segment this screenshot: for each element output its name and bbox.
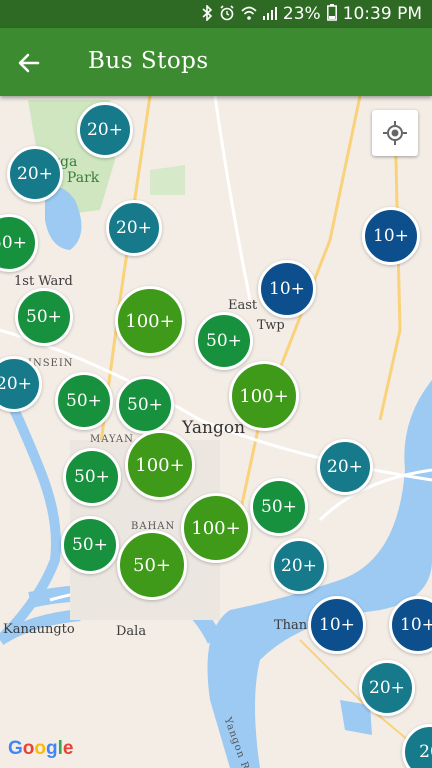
bus-stop-cluster[interactable]: 50+ <box>55 372 113 430</box>
bus-stop-cluster[interactable]: 20+ <box>7 146 63 202</box>
battery-percent: 23% <box>282 4 321 24</box>
map-label-dala: Dala <box>116 624 147 639</box>
bus-stop-cluster[interactable]: 50+ <box>116 376 174 434</box>
arrow-left-icon <box>18 53 40 73</box>
google-letter: g <box>46 738 58 759</box>
clock: 10:39 PM <box>342 4 422 24</box>
my-location-icon <box>383 121 407 145</box>
battery-icon <box>326 4 337 24</box>
map-label-east: East <box>228 298 258 313</box>
google-letter: o <box>22 738 35 759</box>
my-location-button[interactable] <box>372 110 418 156</box>
google-letter: G <box>8 738 23 759</box>
bus-stop-cluster[interactable]: 50+ <box>195 312 253 370</box>
bus-stop-cluster[interactable]: 100+ <box>229 361 299 431</box>
bus-stop-cluster[interactable]: 50+ <box>63 448 121 506</box>
wifi-icon <box>241 5 257 24</box>
bus-stop-cluster[interactable]: 20+ <box>271 538 327 594</box>
google-logo: Google <box>8 738 73 760</box>
map-label-1st-ward: 1st Ward <box>14 274 73 289</box>
bus-stop-cluster[interactable]: 50+ <box>117 530 187 600</box>
map-label-east-twp: Twp <box>257 318 285 333</box>
bus-stop-cluster[interactable]: 100+ <box>181 493 251 563</box>
bus-stop-cluster[interactable]: 50+ <box>250 478 308 536</box>
bus-stop-cluster[interactable]: 20+ <box>106 200 162 256</box>
bus-stop-cluster[interactable]: 10+ <box>362 207 420 265</box>
bus-stop-cluster[interactable]: 50+ <box>15 288 73 346</box>
bus-stop-cluster[interactable]: 20+ <box>317 439 373 495</box>
map-label-yangon: Yangon <box>182 418 246 438</box>
status-bar: 23% 10:39 PM <box>0 0 432 28</box>
back-button[interactable] <box>14 48 44 78</box>
bus-stop-cluster[interactable]: 20+ <box>359 660 415 716</box>
map-label-park-2: l Park <box>58 170 100 186</box>
map-view[interactable]: wga l Park 1st Ward East Twp INSEIN MAYA… <box>0 96 432 768</box>
map-label-mayan: MAYAN <box>90 434 134 445</box>
status-icons: 23% 10:39 PM <box>201 3 422 24</box>
map-label-than: Than <box>274 618 308 633</box>
page-title: Bus Stops <box>88 48 209 74</box>
google-letter: e <box>62 738 74 759</box>
bus-stop-cluster[interactable]: 20+ <box>77 102 133 158</box>
google-letter: o <box>34 738 46 759</box>
bus-stop-cluster[interactable]: 100+ <box>115 286 185 356</box>
bus-stop-cluster[interactable]: 100+ <box>125 430 195 500</box>
bus-stop-cluster[interactable]: 10+ <box>308 596 366 654</box>
bus-stop-cluster[interactable]: 50+ <box>61 516 119 574</box>
signal-icon <box>262 5 277 24</box>
bluetooth-icon <box>201 3 213 24</box>
app-bar: Bus Stops <box>0 28 432 96</box>
alarm-icon <box>219 4 235 24</box>
map-label-kanaungto: Kanaungto <box>3 622 75 637</box>
bus-stop-cluster[interactable]: 10+ <box>258 260 316 318</box>
